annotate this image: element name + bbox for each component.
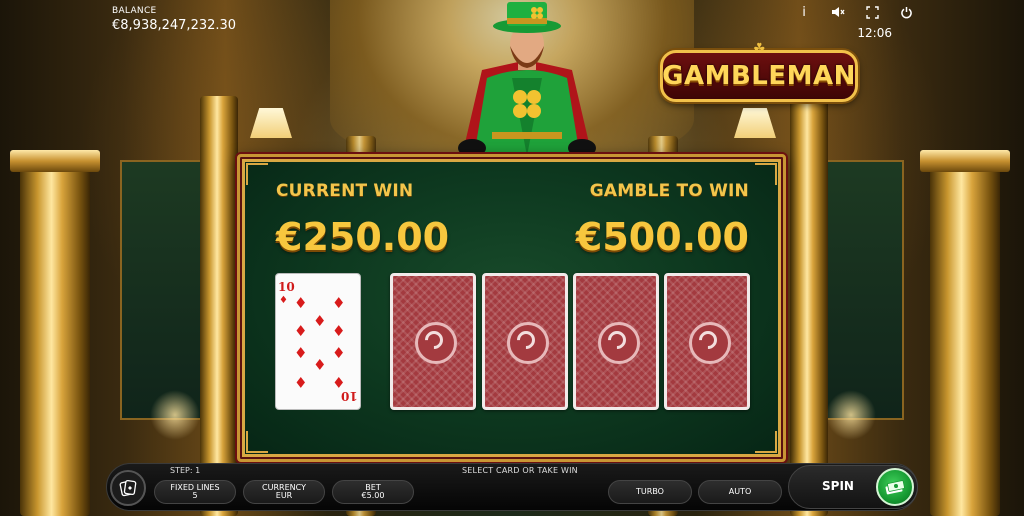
diamond-pip-icon: ♦ — [332, 344, 346, 362]
background-wall-left — [120, 160, 206, 420]
lamp-left — [250, 108, 292, 138]
sound-off-icon[interactable] — [830, 4, 846, 20]
diamond-pip-icon: ♦ — [313, 312, 327, 330]
diamond-pip-icon: ♦ — [294, 373, 308, 391]
gamble-to-win-value: €500.00 — [575, 215, 749, 259]
logo-text: GAMBLEMAN — [662, 61, 856, 91]
diamond-pip-icon: ♦ — [332, 322, 346, 340]
bet-value: €5.00 — [361, 491, 385, 500]
diamond-pip-icon: ♦ — [332, 373, 346, 391]
power-icon[interactable] — [898, 4, 914, 20]
currency-display: CURRENCY EUR — [243, 480, 325, 504]
gambleman-character — [458, 2, 596, 156]
take-win-button[interactable] — [876, 468, 914, 506]
candle-glow-left — [150, 390, 200, 440]
pillar-cap-left-outer — [10, 150, 100, 172]
current-win-label: CURRENT WIN — [276, 181, 414, 201]
card-suit-small-icon: ♦ — [279, 295, 288, 306]
auto-button[interactable]: AUTO — [698, 480, 782, 504]
panel-corner-ornament — [755, 163, 777, 185]
info-icon[interactable]: i — [796, 4, 812, 20]
turbo-label: TURBO — [636, 486, 664, 496]
pillar-left-inner — [200, 96, 238, 516]
panel-corner-ornament — [246, 431, 268, 453]
diamond-pip-icon: ♦ — [294, 344, 308, 362]
dealer-card: 10 ♦ 10 ♦ ♦ ♦ ♦ ♦ ♦ ♦ ♦ ♦ ♦ — [275, 273, 361, 410]
candle-glow-right — [826, 390, 876, 440]
card-back-logo-icon — [604, 327, 630, 353]
currency-value: EUR — [275, 491, 293, 500]
card-back-logo-icon — [513, 327, 539, 353]
card-rank-top: 10 — [278, 280, 295, 294]
card-back-logo-icon — [695, 327, 721, 353]
fullscreen-icon[interactable] — [864, 4, 880, 20]
pillar-cap-right-outer — [920, 150, 1010, 172]
background-wall-right — [818, 160, 904, 420]
gambleman-logo: ☘ GAMBLEMAN — [660, 41, 858, 102]
pillar-left-outer — [20, 156, 90, 516]
cards-icon — [119, 479, 137, 497]
instruction-text: SELECT CARD OR TAKE WIN — [462, 466, 578, 475]
clock: 12:06 — [857, 26, 892, 40]
gamble-panel: CURRENT WIN €250.00 GAMBLE TO WIN €500.0… — [237, 154, 786, 462]
gamble-to-win-label: GAMBLE TO WIN — [589, 181, 749, 201]
panel-corner-ornament — [246, 163, 268, 185]
card-rank-bottom: 10 — [341, 389, 358, 403]
balance-value: €8,938,247,232.30 — [112, 18, 237, 33]
cash-stack-icon — [885, 480, 905, 495]
diamond-pip-icon: ♦ — [313, 355, 327, 373]
step-indicator: STEP: 1 — [170, 466, 201, 475]
gamble-cards-button[interactable] — [110, 470, 146, 506]
pillar-right-outer — [930, 156, 1000, 516]
diamond-pip-icon: ♦ — [294, 322, 308, 340]
clover-icon: ☘ — [753, 41, 766, 57]
lamp-right — [734, 108, 776, 138]
spin-label: SPIN — [822, 479, 854, 493]
pillar-right-inner — [790, 96, 828, 516]
card-back-logo-icon — [421, 327, 447, 353]
diamond-pip-icon: ♦ — [332, 294, 346, 312]
face-down-card-3[interactable] — [573, 273, 659, 410]
current-win-value: €250.00 — [276, 215, 450, 259]
face-down-card-4[interactable] — [664, 273, 750, 410]
panel-corner-ornament — [755, 431, 777, 453]
top-icon-bar: i — [796, 4, 914, 20]
turbo-button[interactable]: TURBO — [608, 480, 692, 504]
face-down-card-1[interactable] — [390, 273, 476, 410]
face-down-card-2[interactable] — [482, 273, 568, 410]
diamond-pip-icon: ♦ — [294, 294, 308, 312]
auto-label: AUTO — [728, 486, 752, 496]
balance-label: BALANCE — [112, 6, 157, 16]
fixed-lines-display: FIXED LINES 5 — [154, 480, 236, 504]
bet-selector[interactable]: BET €5.00 — [332, 480, 414, 504]
fixed-lines-value: 5 — [192, 491, 198, 500]
